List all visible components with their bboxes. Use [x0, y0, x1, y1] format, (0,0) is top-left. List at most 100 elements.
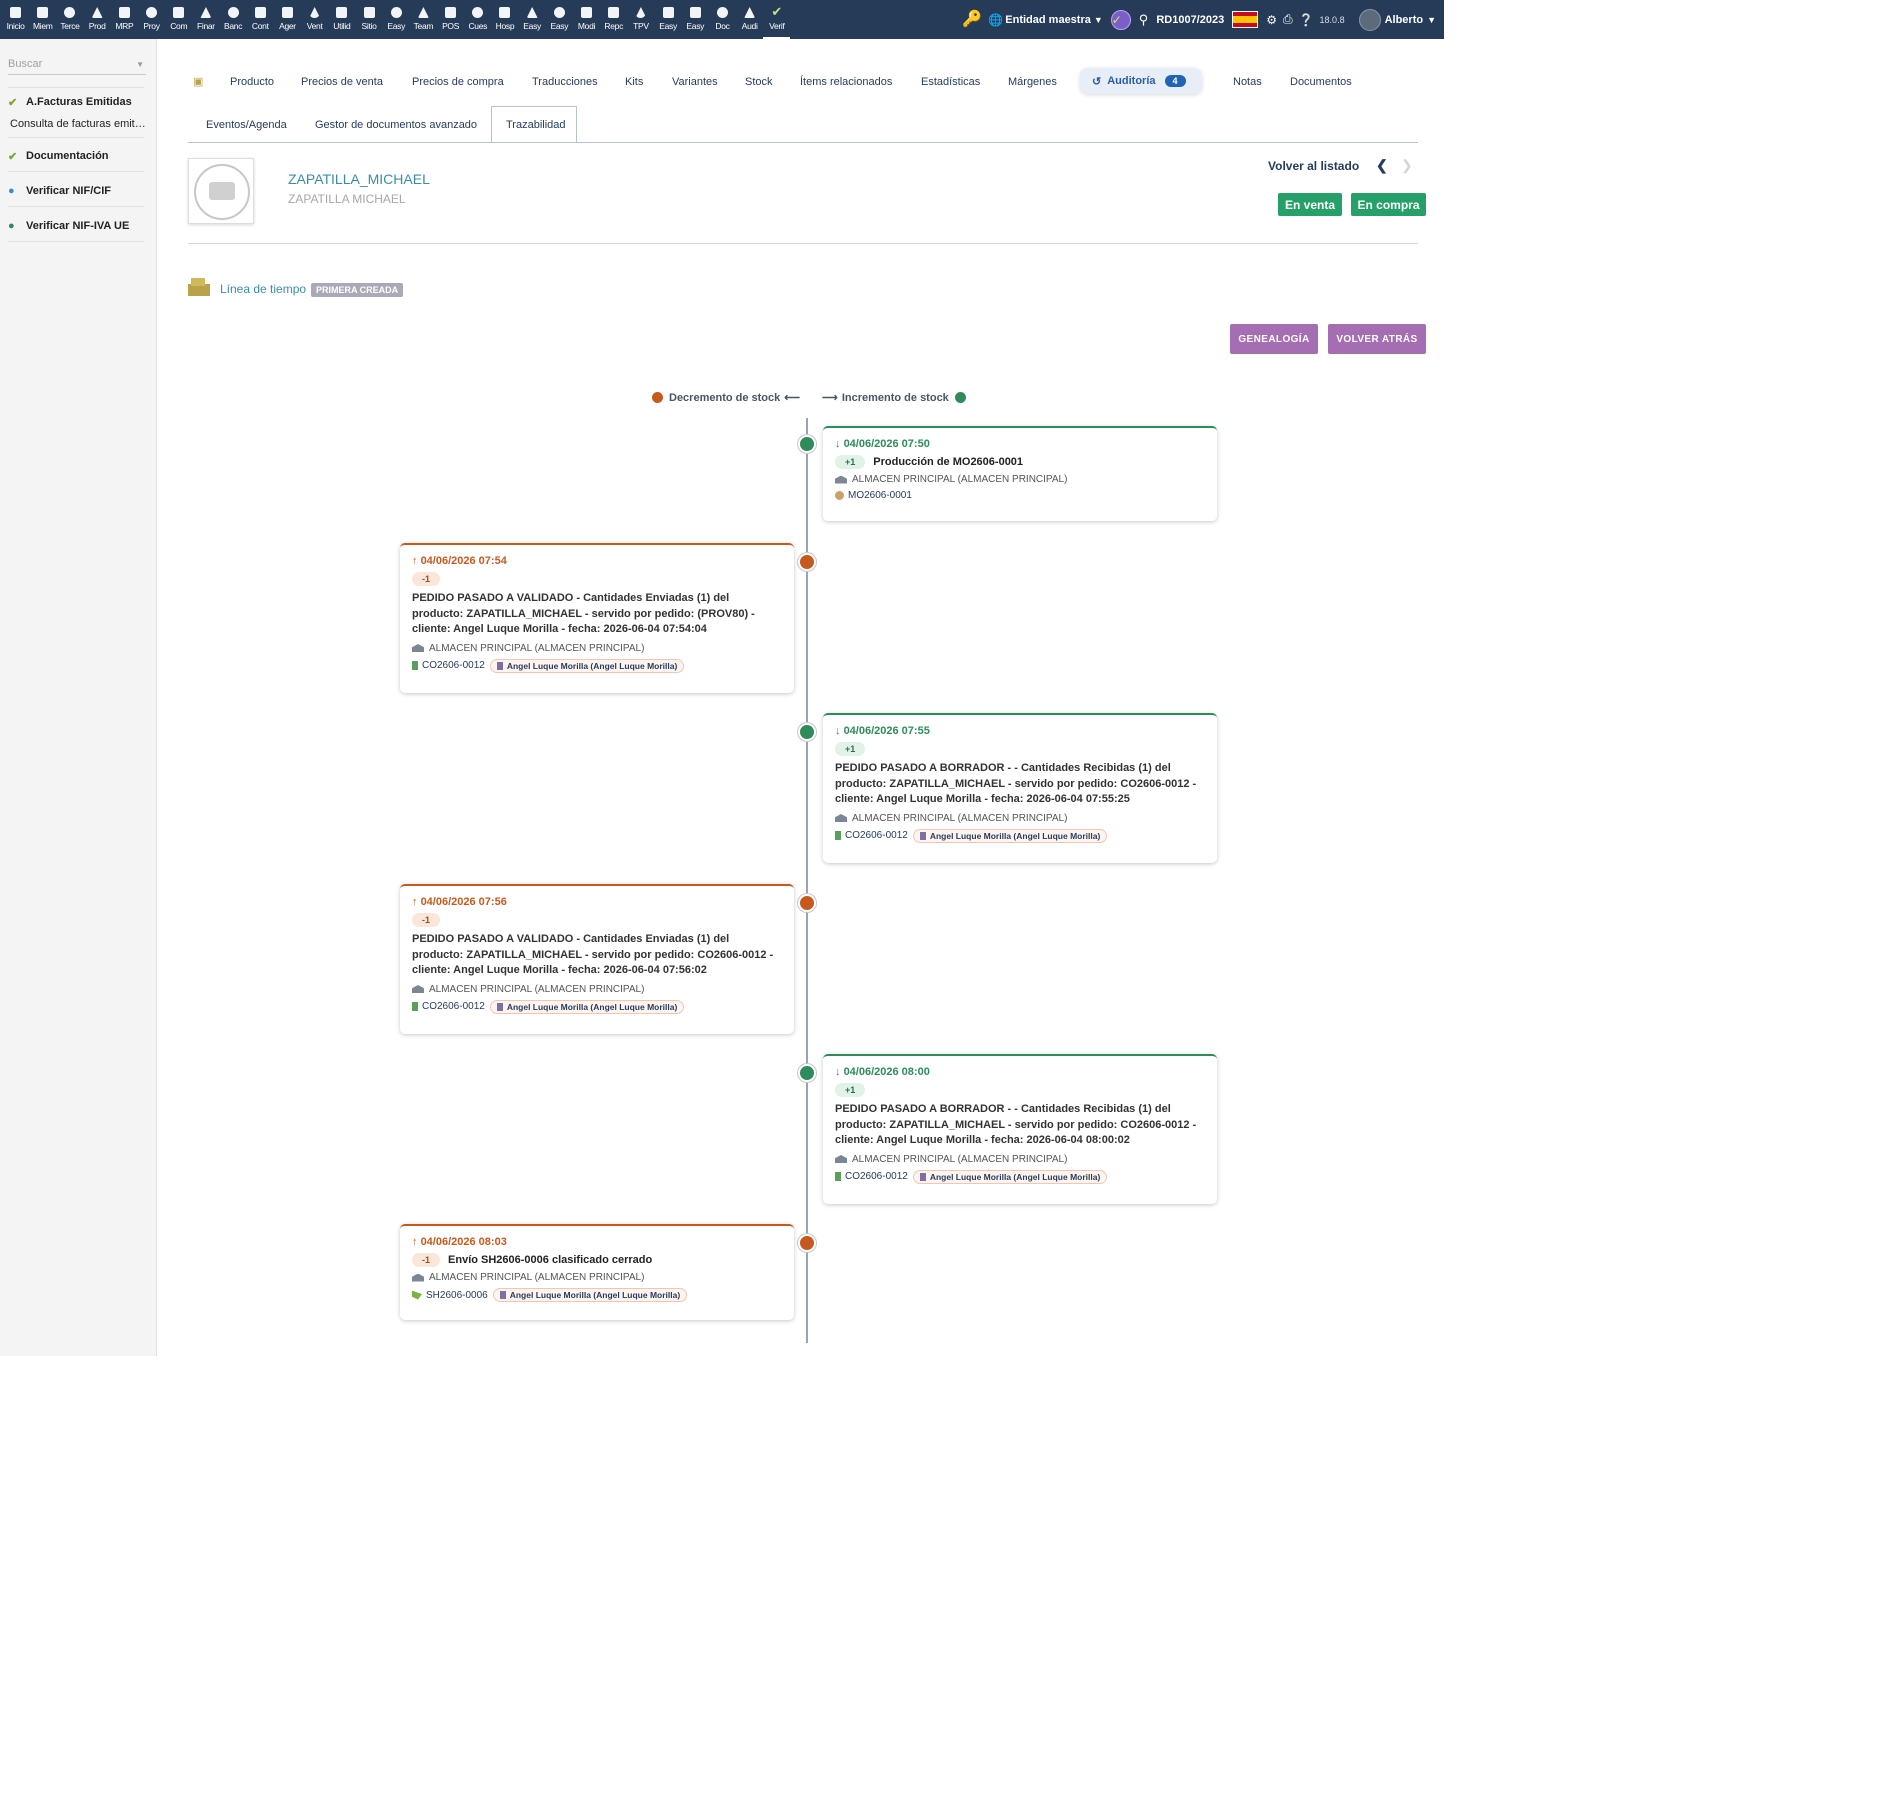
user-name[interactable]: Alberto [1385, 14, 1424, 26]
module-prod[interactable]: Prod [84, 0, 111, 39]
tab-eventos-agenda[interactable]: Eventos/Agenda [206, 119, 287, 131]
help-icon[interactable]: ❔ [1299, 13, 1314, 27]
customer-name: Angel Luque Morilla (Angel Luque Morilla… [506, 1001, 678, 1012]
chevron-down-icon[interactable]: ▼ [136, 60, 144, 69]
tab-gestor-documentos[interactable]: Gestor de documentos avanzado [315, 119, 477, 131]
menu-item-documentacion[interactable]: ✔ Documentación [8, 150, 148, 163]
timeline-event-card: ↑ 04/06/2026 07:56 -1 PEDIDO PASADO A VALI… [400, 884, 794, 1034]
customer-badge[interactable]: Angel Luque Morilla (Angel Luque Morilla… [912, 1169, 1108, 1184]
module-ager[interactable]: Ager [274, 0, 301, 39]
event-description: PEDIDO PASADO A VALIDADO - Cantidades En… [412, 592, 755, 635]
tab-estadisticas[interactable]: Estadísticas [921, 76, 980, 88]
module-easy[interactable]: Easy [546, 0, 573, 39]
history-icon: ↺ [1092, 75, 1102, 88]
document-link[interactable]: CO2606-0012 [845, 1171, 908, 1182]
menu-item-verificar-iva[interactable]: ● Verificar NIF-IVA UE [8, 220, 148, 232]
search-icon[interactable]: ⚲ [1139, 12, 1149, 28]
module-label: Miem [32, 21, 53, 31]
document-link[interactable]: CO2606-0012 [422, 1001, 485, 1012]
search-input[interactable]: Buscar ▼ [8, 55, 146, 75]
module-inicio[interactable]: Inicio [2, 0, 29, 39]
genealogy-button[interactable]: GENEALOGÍA [1230, 324, 1318, 354]
menu-item-facturas-emitidas[interactable]: ✔ A.Facturas Emitidas [8, 96, 148, 109]
module-sitio[interactable]: Sitio [355, 0, 382, 39]
tab-auditoria[interactable]: ↺ Auditoría 4 [1080, 68, 1202, 94]
tab-precios-compra[interactable]: Precios de compra [412, 76, 504, 88]
tab-notas[interactable]: Notas [1233, 76, 1262, 88]
module-mrp[interactable]: MRP [111, 0, 138, 39]
module-cues[interactable]: Cues [464, 0, 491, 39]
module-vent[interactable]: Vent [301, 0, 328, 39]
next-arrow-icon[interactable]: ❯ [1401, 157, 1413, 174]
module-easy[interactable]: Easy [383, 0, 410, 39]
document-link[interactable]: CO2606-0012 [422, 660, 485, 671]
tab-precios-venta[interactable]: Precios de venta [301, 76, 383, 88]
tab-items-relacionados[interactable]: Ítems relacionados [800, 76, 892, 88]
document-link[interactable]: MO2606-0001 [848, 490, 912, 501]
tab-variantes[interactable]: Variantes [672, 76, 718, 88]
menu-sub-consulta-facturas[interactable]: Consulta de facturas emitidas [10, 118, 148, 130]
tab-kits[interactable]: Kits [625, 76, 643, 88]
print-icon[interactable]: ⎙ [1283, 12, 1293, 27]
tab-trazabilidad[interactable]: Trazabilidad [506, 119, 566, 131]
on-purchase-status[interactable]: En compra [1351, 193, 1426, 216]
module-miem[interactable]: Miem [29, 0, 56, 39]
module-doc[interactable]: Doc [709, 0, 736, 39]
tab-documentos[interactable]: Documentos [1290, 76, 1352, 88]
spain-flag-icon[interactable] [1232, 11, 1259, 28]
customer-badge[interactable]: Angel Luque Morilla (Angel Luque Morilla… [489, 658, 685, 673]
module-repc[interactable]: Repc [600, 0, 627, 39]
check-circle-icon[interactable]: ✓ [1110, 9, 1131, 30]
module-menu: Inicio Miem Terce Prod MRP Proy Com Finar Banc Co… [2, 0, 791, 39]
menu-item-verificar-nif[interactable]: ● Verificar NIF/CIF [8, 185, 148, 197]
module-terce[interactable]: Terce [56, 0, 83, 39]
tab-traducciones[interactable]: Traducciones [532, 76, 598, 88]
previous-arrow-icon[interactable]: ❮ [1376, 157, 1388, 174]
building-icon [919, 831, 926, 840]
customer-badge[interactable]: Angel Luque Morilla (Angel Luque Morilla… [912, 828, 1108, 843]
module-banc[interactable]: Banc [220, 0, 247, 39]
customer-badge[interactable]: Angel Luque Morilla (Angel Luque Morilla… [492, 1288, 688, 1302]
product-cube-icon[interactable]: ▣ [193, 75, 203, 88]
menu-item-label: Documentación [26, 150, 109, 162]
module-utilid[interactable]: Utilid [328, 0, 355, 39]
module-modi[interactable]: Modi [573, 0, 600, 39]
module-proy[interactable]: Proy [138, 0, 165, 39]
go-back-button[interactable]: VOLVER ATRÁS [1328, 324, 1426, 354]
avatar[interactable] [1358, 8, 1381, 31]
module-pos[interactable]: POS [437, 0, 464, 39]
module-com[interactable]: Com [165, 0, 192, 39]
module-hosp[interactable]: Hosp [491, 0, 518, 39]
module-icon [281, 7, 293, 18]
tab-margenes[interactable]: Márgenes [1008, 76, 1057, 88]
module-easy[interactable]: Easy [655, 0, 682, 39]
customer-name: Angel Luque Morilla (Angel Luque Morilla… [506, 660, 678, 671]
back-to-list-link[interactable]: Volver al listado [1268, 159, 1359, 173]
module-verif[interactable]: Verif [763, 0, 791, 39]
module-easy[interactable]: Easy [519, 0, 546, 39]
key-icon[interactable]: 🔑 [962, 11, 982, 29]
module-audi[interactable]: Audi [736, 0, 763, 39]
chevron-down-icon[interactable]: ▼ [1427, 15, 1436, 25]
module-team[interactable]: Team [410, 0, 437, 39]
building-icon [919, 1172, 926, 1181]
tab-stock[interactable]: Stock [745, 76, 773, 88]
warehouse-label: ALMACEN PRINCIPAL (ALMACEN PRINCIPAL) [852, 474, 1068, 485]
bug-icon[interactable]: ⚙ [1266, 13, 1277, 27]
module-easy[interactable]: Easy [682, 0, 709, 39]
event-qty-row: +1 Producción de MO2606-0001 [835, 455, 1205, 469]
document-link[interactable]: CO2606-0012 [845, 830, 908, 841]
event-date: ↑ 04/06/2026 07:54 [412, 555, 782, 567]
check-icon: ✔ [8, 151, 18, 163]
entity-selector[interactable]: 🌐 Entidad maestra ▼ [988, 13, 1102, 27]
module-cont[interactable]: Cont [247, 0, 274, 39]
customer-badge[interactable]: Angel Luque Morilla (Angel Luque Morilla… [489, 999, 685, 1014]
event-description: PEDIDO PASADO A VALIDADO - Cantidades En… [412, 933, 774, 976]
tab-producto[interactable]: Producto [230, 76, 274, 88]
on-sale-status[interactable]: En venta [1278, 193, 1342, 216]
document-link[interactable]: SH2606-0006 [426, 1290, 488, 1301]
module-label: Sitio [361, 21, 377, 31]
module-label: Inicio [6, 21, 25, 31]
module-tpv[interactable]: TPV [627, 0, 654, 39]
module-finar[interactable]: Finar [192, 0, 219, 39]
